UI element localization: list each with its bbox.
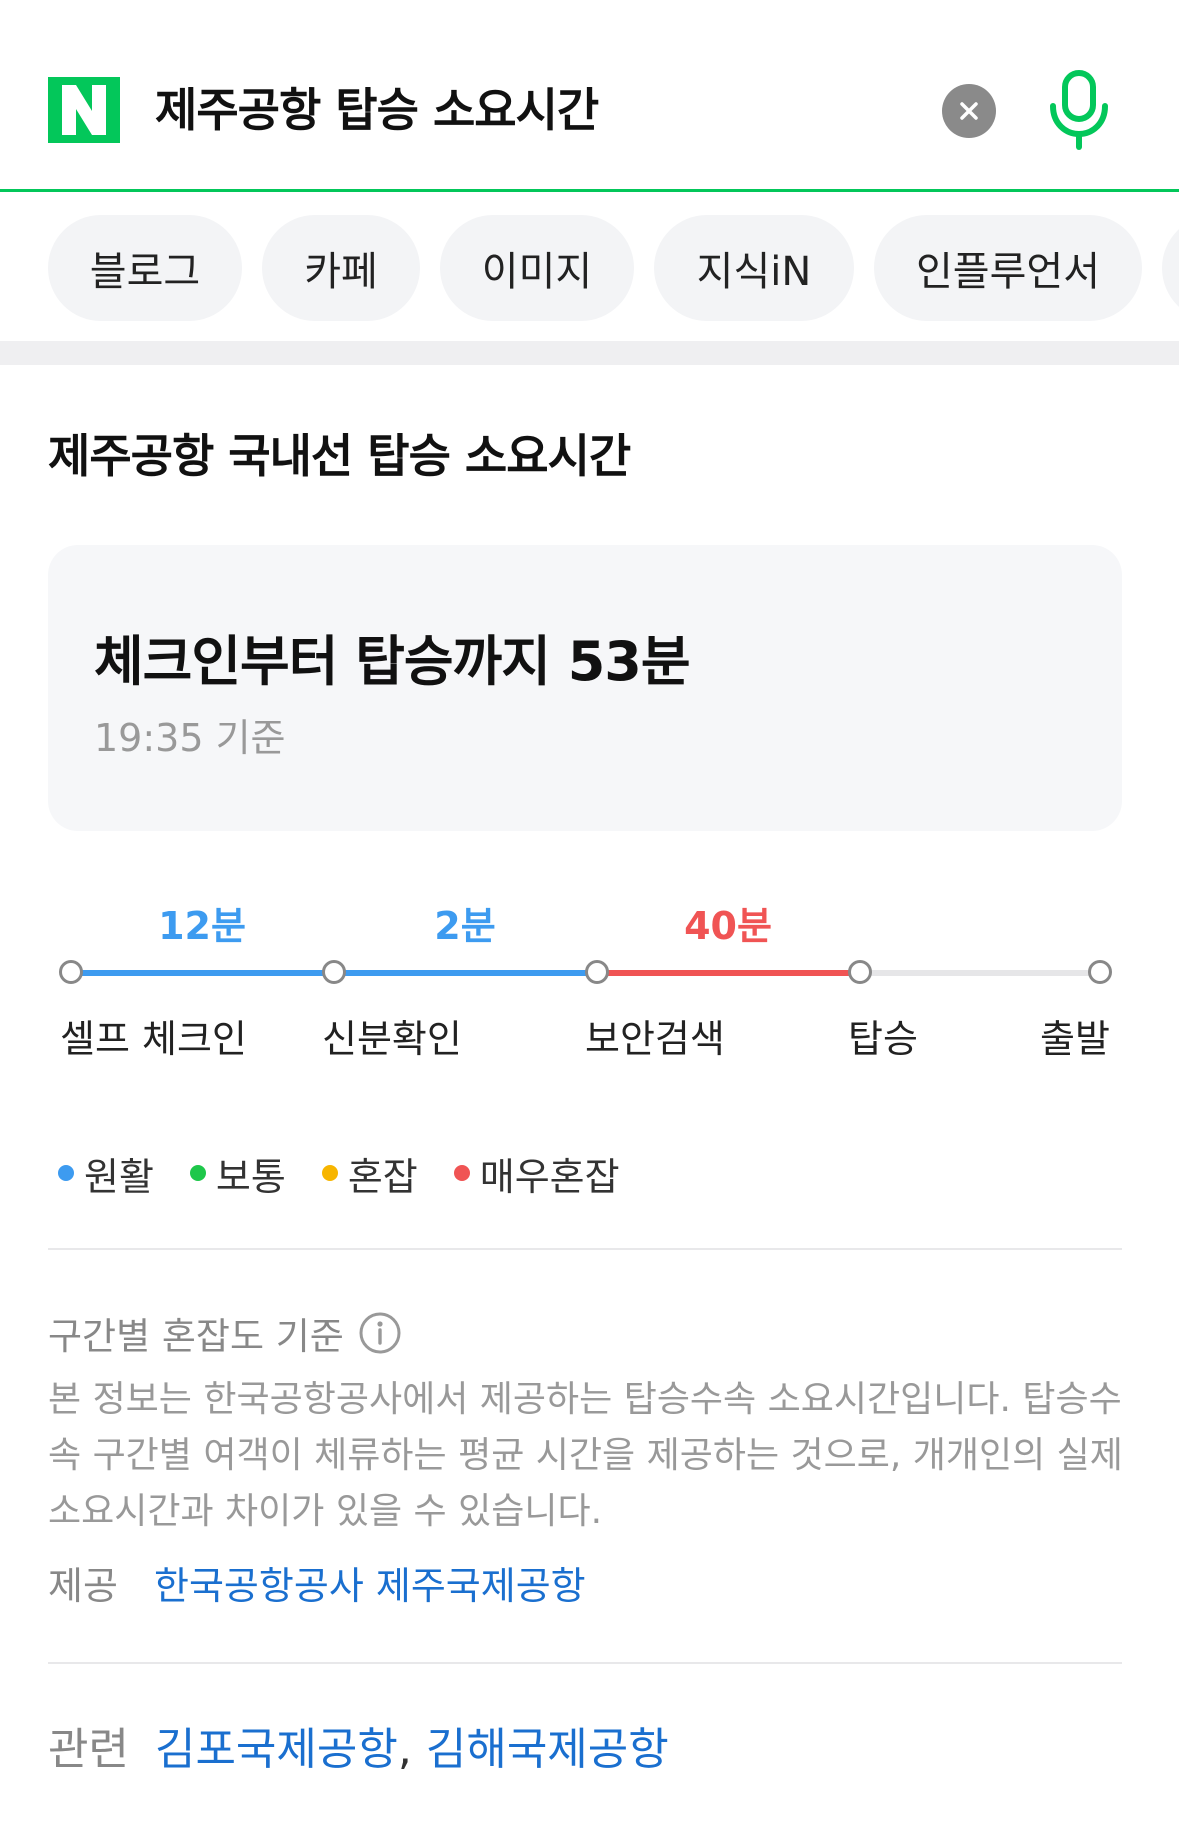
timeline-node (59, 960, 83, 984)
info-icon[interactable] (358, 1311, 402, 1355)
legend-label: 혼잡 (347, 1154, 418, 1199)
provider-label: 제공 (48, 1564, 118, 1608)
timeline-node (848, 960, 872, 984)
tab-more[interactable] (1162, 215, 1179, 321)
section-separator (0, 341, 1179, 365)
related-label: 관련 (48, 1724, 129, 1775)
segment-duration: 12분 (158, 904, 246, 948)
criteria-description: 본 정보는 한국공항공사에서 제공하는 탑승수속 소요시간입니다. 탑승수속 구… (48, 1379, 1123, 1532)
tab-cafe[interactable]: 카페 (262, 215, 420, 321)
timestamp: 19:35 기준 (94, 716, 286, 760)
stop-label: 보안검색 (585, 1017, 725, 1061)
legend-dot (453, 1165, 470, 1181)
section-title: 제주공항 국내선 탑승 소요시간 (48, 429, 631, 483)
legend-dot (321, 1165, 338, 1181)
tab-influencer[interactable]: 인플루언서 (874, 215, 1142, 321)
naver-logo[interactable] (48, 77, 120, 143)
clear-search-button[interactable] (942, 84, 996, 138)
boarding-timeline: 12분 2분 40분 셀프 체크인 신분확인 보안검색 탑승 출발 (0, 880, 1179, 1080)
criteria-info[interactable]: 구간별 혼잡도 기준 (48, 1306, 402, 1360)
summary-card: 체크인부터 탑승까지 53분 19:35 기준 (48, 545, 1122, 831)
timeline-node (1088, 960, 1112, 984)
legend-item: 보통 (189, 1146, 286, 1201)
tab-kin[interactable]: 지식iN (654, 215, 854, 321)
segment-line (597, 970, 860, 976)
legend-item: 원활 (58, 1146, 154, 1201)
segment-line (334, 970, 597, 976)
legend-dot (58, 1165, 74, 1181)
segment-line (860, 970, 1100, 976)
legend-dot (189, 1165, 206, 1181)
segment-line (71, 970, 334, 976)
stop-label: 출발 (1040, 1017, 1110, 1061)
stop-label: 셀프 체크인 (60, 1017, 247, 1061)
timeline-node (585, 960, 609, 984)
stop-label: 신분확인 (322, 1017, 462, 1061)
legend-item: 매우혼잡 (453, 1146, 620, 1201)
provider-link[interactable]: 한국공항공사 제주국제공항 (154, 1564, 586, 1608)
close-icon (960, 102, 978, 120)
congestion-legend: 원활 보통 혼잡 매우혼잡 (58, 1146, 656, 1201)
search-header: 제주공항 탑승 소요시간 (0, 0, 1179, 192)
related-link-gimpo[interactable]: 김포국제공항 (155, 1724, 398, 1775)
tab-blog[interactable]: 블로그 (48, 215, 242, 321)
microphone-icon[interactable] (1046, 70, 1112, 150)
legend-label: 원활 (84, 1154, 154, 1199)
related-separator: , (397, 1724, 412, 1775)
criteria-title: 구간별 혼잡도 기준 (48, 1315, 344, 1358)
legend-label: 보통 (215, 1154, 286, 1199)
provider: 제공 한국공항공사 제주국제공항 (48, 1555, 586, 1610)
total-duration: 체크인부터 탑승까지 53분 (94, 630, 691, 693)
legend-label: 매우혼잡 (479, 1154, 620, 1199)
related-link-gimhae[interactable]: 김해국제공항 (426, 1724, 669, 1775)
segment-duration: 40분 (684, 904, 772, 948)
related-airports: 관련 김포국제공항, 김해국제공항 (48, 1713, 669, 1777)
tab-image[interactable]: 이미지 (440, 215, 634, 321)
stop-label: 탑승 (848, 1017, 918, 1061)
segment-duration: 2분 (434, 904, 496, 948)
timeline-node (322, 960, 346, 984)
divider (48, 1248, 1122, 1250)
search-category-tabs: 블로그 카페 이미지 지식iN 인플루언서 (0, 215, 1179, 321)
search-query-input[interactable]: 제주공항 탑승 소요시간 (155, 74, 599, 140)
legend-item: 혼잡 (321, 1146, 418, 1201)
divider (48, 1662, 1122, 1664)
